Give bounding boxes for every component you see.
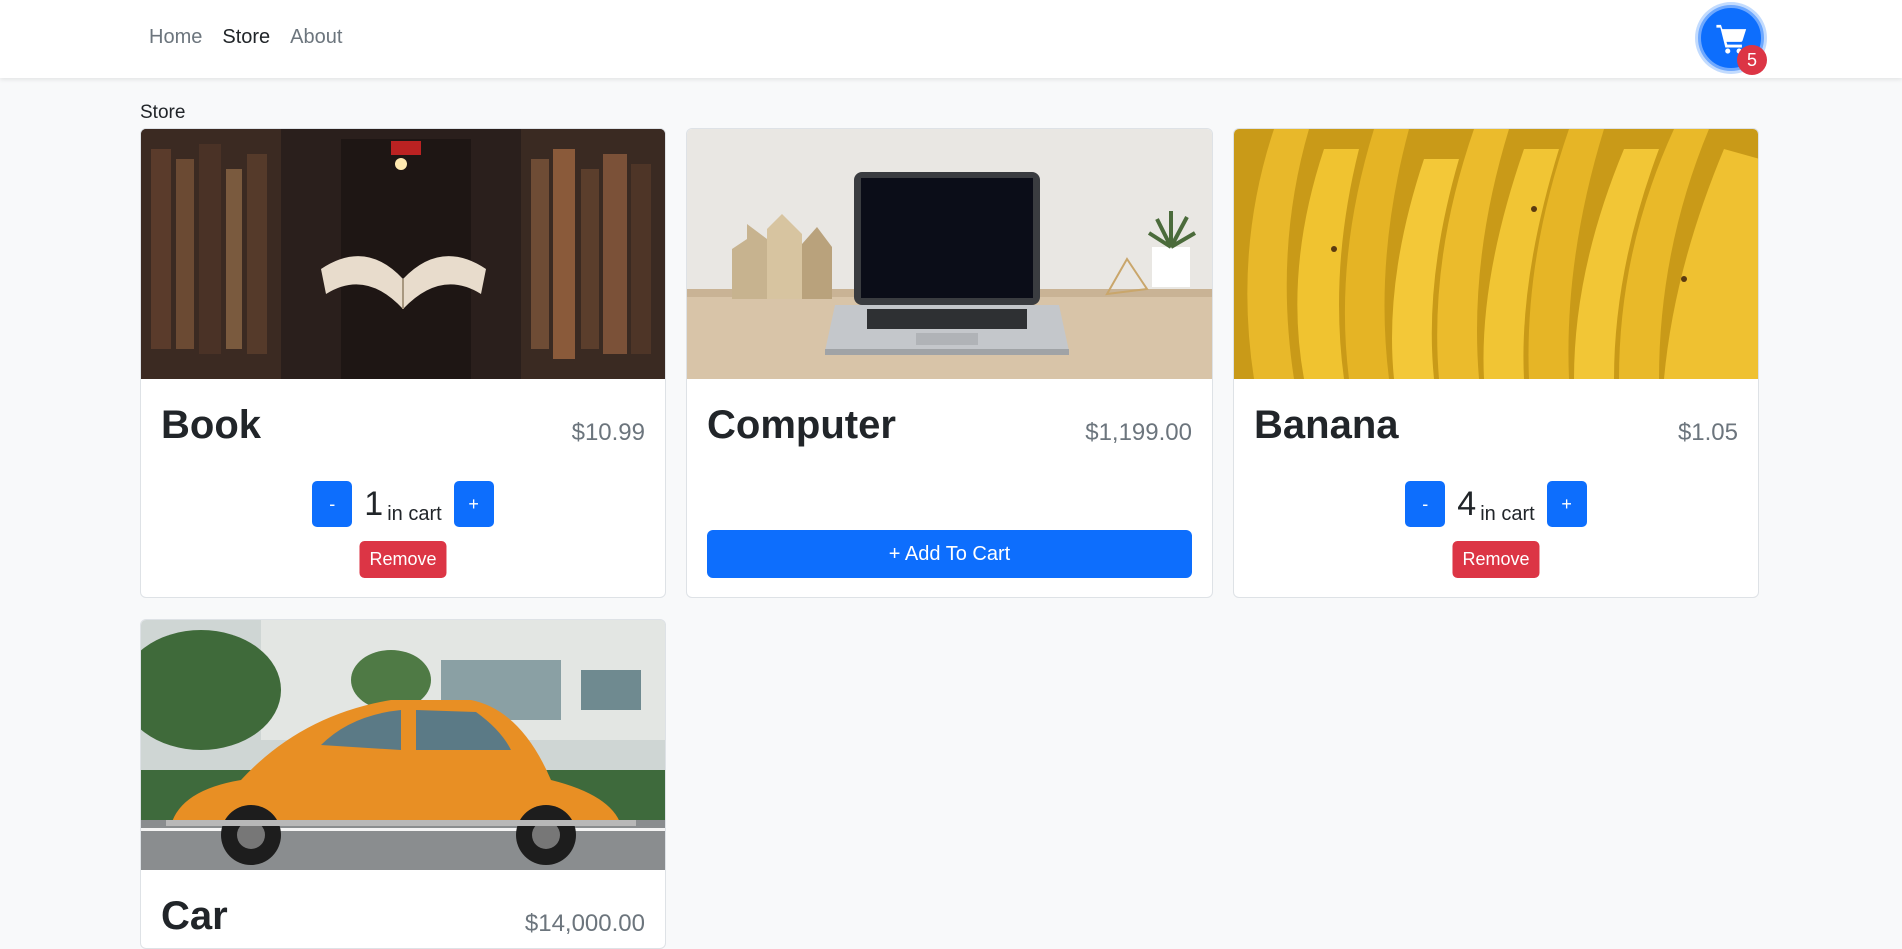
nav-links: Home Store About bbox=[149, 26, 342, 49]
product-price: $1,199.00 bbox=[1085, 419, 1192, 446]
cart-count-badge: 5 bbox=[1737, 45, 1767, 75]
quantity-stepper: - 1 in cart + bbox=[141, 481, 665, 527]
remove-button[interactable]: Remove bbox=[359, 541, 447, 578]
quantity-count: 4 bbox=[1457, 484, 1477, 523]
product-card-car: Car $14,000.00 bbox=[140, 619, 666, 949]
quantity-display: 4 in cart bbox=[1457, 484, 1535, 525]
quantity-stepper: - 4 in cart + bbox=[1234, 481, 1758, 527]
product-image-car bbox=[141, 620, 665, 870]
product-name: Car bbox=[161, 894, 228, 938]
nav-link-home[interactable]: Home bbox=[149, 26, 202, 49]
decrease-quantity-button[interactable]: - bbox=[1405, 481, 1446, 527]
product-price: $10.99 bbox=[571, 419, 645, 446]
product-image-banana bbox=[1234, 129, 1758, 379]
increase-quantity-button[interactable]: + bbox=[453, 481, 494, 527]
product-card-computer: Computer $1,199.00 + Add To Cart bbox=[686, 128, 1213, 598]
product-price: $1.05 bbox=[1677, 419, 1738, 446]
remove-button[interactable]: Remove bbox=[1452, 541, 1540, 578]
product-name: Computer bbox=[707, 403, 896, 447]
decrease-quantity-button[interactable]: - bbox=[312, 481, 353, 527]
quantity-suffix: in cart bbox=[1480, 502, 1535, 525]
quantity-count: 1 bbox=[364, 484, 384, 523]
nav-link-store[interactable]: Store bbox=[222, 26, 270, 49]
add-to-cart-button[interactable]: + Add To Cart bbox=[707, 530, 1192, 578]
product-price: $14,000.00 bbox=[524, 910, 645, 937]
page-title: Store bbox=[140, 102, 186, 123]
nav-link-about[interactable]: About bbox=[290, 26, 342, 49]
product-card-banana: Banana $1.05 - 4 in cart + Remove bbox=[1233, 128, 1759, 598]
product-name: Banana bbox=[1254, 403, 1399, 447]
product-card-book: Book $10.99 - 1 in cart + Remove bbox=[140, 128, 666, 598]
product-name: Book bbox=[161, 403, 261, 447]
increase-quantity-button[interactable]: + bbox=[1546, 481, 1587, 527]
product-image-book bbox=[141, 129, 665, 379]
navbar: Home Store About 5 bbox=[0, 0, 1902, 78]
quantity-suffix: in cart bbox=[387, 502, 442, 525]
product-image-computer bbox=[687, 129, 1212, 379]
quantity-display: 1 in cart bbox=[364, 484, 442, 525]
